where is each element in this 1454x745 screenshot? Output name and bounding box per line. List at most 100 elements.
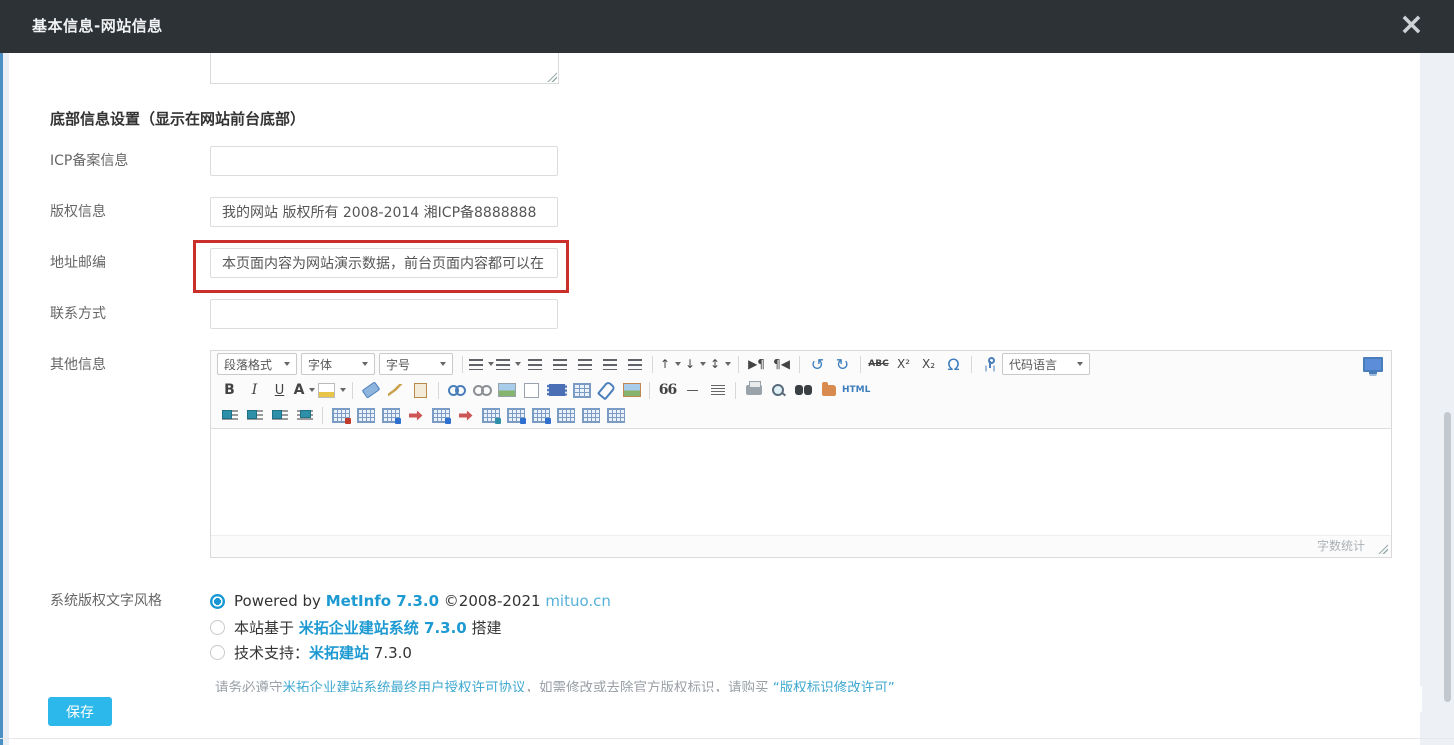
- save-button[interactable]: 保存: [48, 697, 112, 726]
- insert-row-below-button[interactable]: [528, 405, 553, 427]
- paste-as-text-button[interactable]: [408, 379, 433, 401]
- insert-attachment-button[interactable]: [594, 379, 619, 401]
- editor-statusbar: 字数统计: [211, 535, 1391, 557]
- font-color-button[interactable]: A: [292, 379, 317, 401]
- bold-button[interactable]: B: [217, 379, 242, 401]
- highlight-color-button[interactable]: [317, 379, 347, 401]
- toolbar-separator: [438, 381, 439, 399]
- modal-basic-info: 基本信息-网站信息 × 底部信息设置（显示在网站前台底部） ICP备案信息 版权…: [0, 0, 1454, 745]
- italic-button[interactable]: I: [242, 379, 267, 401]
- insert-image-button[interactable]: [494, 379, 519, 401]
- unordered-list-button[interactable]: [495, 353, 522, 375]
- option-link[interactable]: 米拓建站: [309, 644, 369, 662]
- delete-row-button[interactable]: [453, 405, 478, 427]
- insert-media-button[interactable]: [619, 379, 644, 401]
- image-float-left-button[interactable]: [217, 405, 242, 427]
- copyright-input[interactable]: [210, 197, 558, 227]
- resize-grip-icon[interactable]: [546, 71, 557, 82]
- rich-text-editor: 段落格式 字体 字号 ↑ ↓ ↕ ▶¶ ¶◀ ↺ ↻ ABC X² X₂ Ω 代码语言 B I U A 66 — HTM…: [210, 350, 1392, 558]
- ordered-list-button[interactable]: [468, 353, 495, 375]
- remove-format-button[interactable]: [358, 379, 383, 401]
- horizontal-rule-button[interactable]: —: [680, 379, 705, 401]
- option-link[interactable]: mituo.cn: [545, 592, 611, 610]
- insert-link-button[interactable]: [444, 379, 469, 401]
- editor-content-area[interactable]: [211, 428, 1391, 535]
- indent-button[interactable]: [522, 353, 547, 375]
- undo-button[interactable]: ↺: [805, 353, 830, 375]
- anchor-button[interactable]: [977, 353, 1002, 375]
- clear-document-button[interactable]: [383, 379, 408, 401]
- align-justify-button[interactable]: [622, 353, 647, 375]
- insert-video-icon: [546, 384, 567, 396]
- close-icon[interactable]: ×: [1399, 10, 1424, 40]
- margin-top-button[interactable]: ↑: [658, 353, 683, 375]
- margin-bottom-button[interactable]: ↓: [683, 353, 708, 375]
- special-character-button[interactable]: Ω: [941, 353, 966, 375]
- align-right-button[interactable]: [597, 353, 622, 375]
- contact-input[interactable]: [210, 299, 558, 329]
- copyright-option-2[interactable]: 本站基于 米拓企业建站系统 7.3.0 搭建: [210, 616, 502, 638]
- strikethrough-button[interactable]: ABC: [866, 353, 891, 375]
- toolbar-separator: [738, 355, 739, 373]
- radio-button[interactable]: [210, 619, 225, 635]
- cell-properties-button[interactable]: [478, 405, 503, 427]
- license-link[interactable]: 米拓企业建站系统最终用户授权许可协议: [283, 680, 526, 692]
- image-float-center-button[interactable]: [242, 405, 267, 427]
- split-columns-button[interactable]: [603, 405, 628, 427]
- scrollbar-thumb[interactable]: [1444, 412, 1451, 702]
- insert-video-button[interactable]: [544, 379, 569, 401]
- fullscreen-button[interactable]: [1360, 353, 1385, 375]
- split-rows-button[interactable]: [578, 405, 603, 427]
- html-source-button[interactable]: HTML: [841, 379, 871, 401]
- text-direction-ltr-button[interactable]: ▶¶: [744, 353, 769, 375]
- align-left-button[interactable]: [547, 353, 572, 375]
- insert-table-icon: [572, 382, 591, 398]
- insert-table-button[interactable]: [569, 379, 594, 401]
- clipped-textarea[interactable]: [210, 53, 559, 84]
- image-inline-button[interactable]: [292, 405, 317, 427]
- align-left-icon: [552, 358, 567, 370]
- insert-column-left-button[interactable]: [403, 405, 428, 427]
- table-properties-button[interactable]: [353, 405, 378, 427]
- delete-table-button[interactable]: [328, 405, 353, 427]
- code-language-select[interactable]: 代码语言: [1002, 353, 1090, 375]
- import-from-word-button[interactable]: [519, 379, 544, 401]
- insert-column-button[interactable]: [428, 405, 453, 427]
- font-size-select[interactable]: 字号: [379, 353, 453, 375]
- radio-button[interactable]: [210, 644, 225, 660]
- editor-resize-grip-icon[interactable]: [1377, 543, 1388, 554]
- back-to-top-widget: [1406, 686, 1422, 712]
- editor-toolbar-row3: [211, 403, 1391, 428]
- page-break-button[interactable]: [705, 379, 730, 401]
- superscript-button[interactable]: X²: [891, 353, 916, 375]
- subscript-button[interactable]: X₂: [916, 353, 941, 375]
- copyright-option-3[interactable]: 技术支持：米拓建站 7.3.0: [210, 641, 412, 663]
- modal-header: 基本信息-网站信息 ×: [0, 0, 1454, 53]
- print-button[interactable]: [741, 379, 766, 401]
- icp-input[interactable]: [210, 146, 558, 176]
- insert-column-right-button[interactable]: [503, 405, 528, 427]
- radio-button[interactable]: [210, 593, 225, 609]
- copyright-option-1[interactable]: Powered by MetInfo 7.3.0 ©2008-2021 mitu…: [210, 590, 611, 612]
- template-button[interactable]: [816, 379, 841, 401]
- paragraph-format-select[interactable]: 段落格式: [217, 353, 297, 375]
- merge-cells-button[interactable]: [553, 405, 578, 427]
- blockquote-button[interactable]: 66: [655, 379, 680, 401]
- redo-button[interactable]: ↻: [830, 353, 855, 375]
- license-link[interactable]: “版权标识修改许可”: [773, 680, 895, 692]
- font-family-select[interactable]: 字体: [301, 353, 375, 375]
- option-link[interactable]: 米拓企业建站系统 7.3.0: [299, 619, 467, 637]
- underline-button[interactable]: U: [267, 379, 292, 401]
- find-replace-button[interactable]: [791, 379, 816, 401]
- toolbar-separator: [649, 381, 650, 399]
- address-zip-input[interactable]: [210, 248, 558, 278]
- text-direction-rtl-button[interactable]: ¶◀: [769, 353, 794, 375]
- insert-row-above-button[interactable]: [378, 405, 403, 427]
- image-float-right-icon: [271, 409, 288, 422]
- preview-button[interactable]: [766, 379, 791, 401]
- line-height-button[interactable]: ↕: [708, 353, 733, 375]
- remove-link-button[interactable]: [469, 379, 494, 401]
- align-center-button[interactable]: [572, 353, 597, 375]
- option-link[interactable]: MetInfo 7.3.0: [326, 592, 439, 610]
- image-float-right-button[interactable]: [267, 405, 292, 427]
